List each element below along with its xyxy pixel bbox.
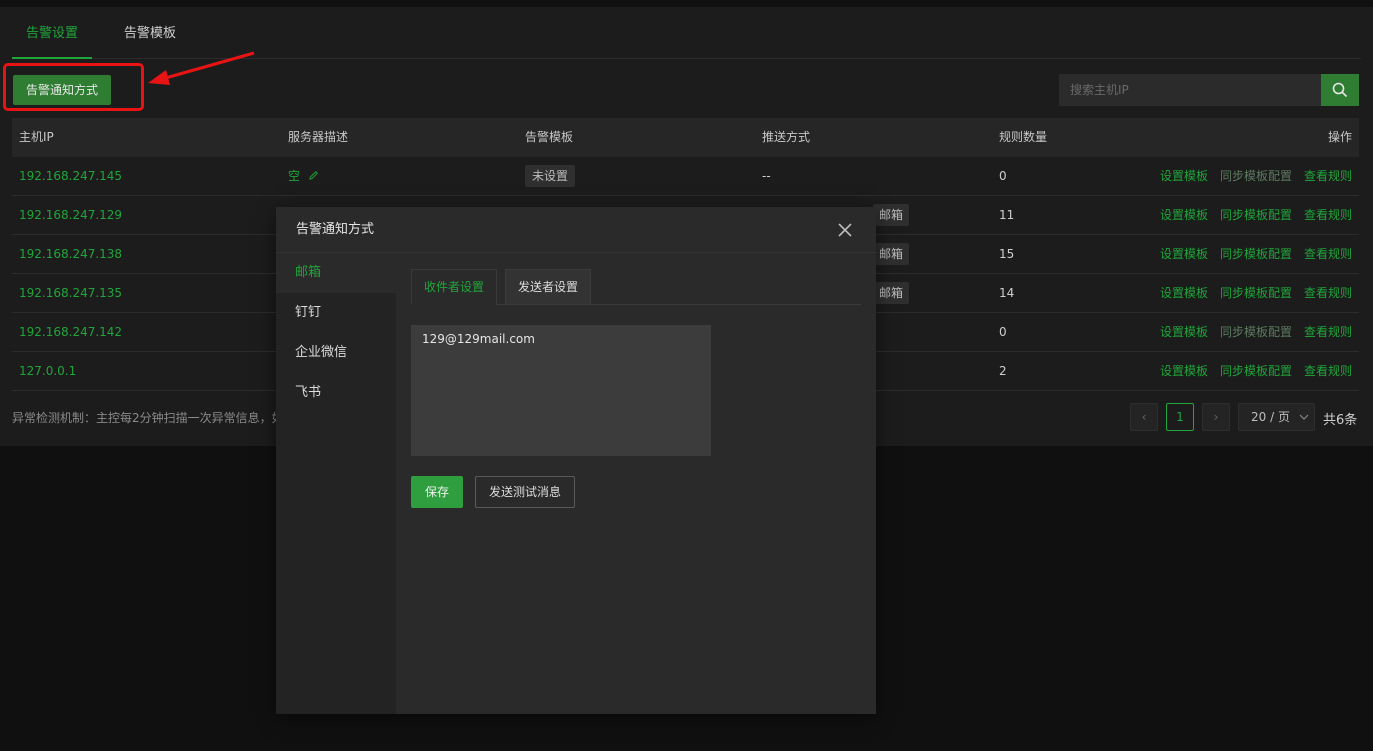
channel-feishu[interactable]: 飞书 bbox=[276, 373, 396, 413]
total-count: 共6条 bbox=[1323, 413, 1358, 428]
tab-recipient-settings[interactable]: 收件者设置 bbox=[411, 269, 497, 305]
server-desc[interactable]: 空 bbox=[288, 157, 319, 195]
search-input[interactable] bbox=[1059, 74, 1321, 106]
set-template-link[interactable]: 设置模板 bbox=[1160, 364, 1208, 378]
set-template-link[interactable]: 设置模板 bbox=[1160, 325, 1208, 339]
edit-pencil-icon[interactable] bbox=[308, 170, 319, 181]
row-actions: 设置模板 同步模板配置 查看规则 bbox=[1148, 196, 1352, 234]
view-rules-link[interactable]: 查看规则 bbox=[1304, 208, 1352, 222]
detection-mechanism-note: 异常检测机制：主控每2分钟扫描一次异常信息，如 bbox=[12, 411, 284, 425]
header-actions: 操作 bbox=[1327, 130, 1352, 144]
prev-page-button[interactable]: ‹ bbox=[1130, 403, 1158, 431]
row-actions: 设置模板 同步模板配置 查看规则 bbox=[1148, 313, 1352, 351]
row-actions: 设置模板 同步模板配置 查看规则 bbox=[1148, 352, 1352, 390]
push-mail-tag: 邮箱 bbox=[873, 243, 910, 265]
push-method: -- bbox=[762, 169, 771, 183]
set-template-link[interactable]: 设置模板 bbox=[1160, 286, 1208, 300]
rule-count: 14 bbox=[999, 286, 1015, 300]
rule-count: 11 bbox=[999, 208, 1015, 222]
current-page[interactable]: 1 bbox=[1166, 403, 1194, 431]
annotation-highlight-box bbox=[3, 63, 144, 111]
tab-alert-settings[interactable]: 告警设置 bbox=[12, 7, 92, 59]
row-actions: 设置模板 同步模板配置 查看规则 bbox=[1148, 235, 1352, 273]
view-rules-link[interactable]: 查看规则 bbox=[1304, 325, 1352, 339]
row-actions: 设置模板 同步模板配置 查看规则 bbox=[1148, 157, 1352, 195]
channel-email[interactable]: 邮箱 bbox=[276, 253, 396, 293]
sync-template-link[interactable]: 同步模板配置 bbox=[1220, 286, 1292, 300]
tab-sender-settings[interactable]: 发送者设置 bbox=[505, 269, 591, 305]
host-ip[interactable]: 127.0.0.1 bbox=[19, 352, 76, 390]
view-rules-link[interactable]: 查看规则 bbox=[1304, 169, 1352, 183]
page-size-select[interactable]: 20 / 页 bbox=[1238, 403, 1315, 431]
table-row: 192.168.247.145 空 未设置 -- 0 设置模板 同步模板配置 查看规… bbox=[12, 157, 1359, 196]
set-template-link[interactable]: 设置模板 bbox=[1160, 247, 1208, 261]
server-desc-text: 空 bbox=[288, 169, 301, 183]
rule-count: 2 bbox=[999, 364, 1007, 378]
annotation-arrow-icon bbox=[148, 51, 255, 85]
row-actions: 设置模板 同步模板配置 查看规则 bbox=[1148, 274, 1352, 312]
recipients-textarea[interactable]: 129@129mail.com bbox=[411, 325, 711, 456]
table-header: 主机IP 服务器描述 告警模板 推送方式 规则数量 操作 bbox=[12, 118, 1359, 157]
header-alert-template: 告警模板 bbox=[525, 130, 574, 144]
view-rules-link[interactable]: 查看规则 bbox=[1304, 364, 1352, 378]
sync-template-link[interactable]: 同步模板配置 bbox=[1220, 247, 1292, 261]
set-template-link[interactable]: 设置模板 bbox=[1160, 169, 1208, 183]
search-button[interactable] bbox=[1321, 74, 1359, 106]
search-icon bbox=[1332, 82, 1348, 98]
host-ip[interactable]: 192.168.247.145 bbox=[19, 157, 122, 195]
template-tag: 未设置 bbox=[525, 165, 576, 187]
sync-template-link[interactable]: 同步模板配置 bbox=[1220, 208, 1292, 222]
host-ip[interactable]: 192.168.247.142 bbox=[19, 313, 122, 351]
host-ip[interactable]: 192.168.247.129 bbox=[19, 196, 122, 234]
set-template-link[interactable]: 设置模板 bbox=[1160, 208, 1208, 222]
rule-count: 15 bbox=[999, 247, 1015, 261]
header-host-ip: 主机IP bbox=[19, 130, 54, 144]
push-mail-tag: 邮箱 bbox=[873, 204, 910, 226]
modal-title: 告警通知方式 bbox=[296, 222, 375, 237]
view-rules-link[interactable]: 查看规则 bbox=[1304, 247, 1352, 261]
modal-header: 告警通知方式 bbox=[276, 207, 876, 253]
page-size-value: 20 / 页 bbox=[1251, 410, 1290, 424]
next-page-button[interactable]: › bbox=[1202, 403, 1230, 431]
chevron-down-icon bbox=[1299, 414, 1309, 420]
rule-count: 0 bbox=[999, 325, 1007, 339]
channel-sidebar: 邮箱 钉钉 企业微信 飞书 bbox=[276, 253, 396, 714]
channel-wecom[interactable]: 企业微信 bbox=[276, 333, 396, 373]
sync-template-link[interactable]: 同步模板配置 bbox=[1220, 169, 1292, 183]
push-mail-tag: 邮箱 bbox=[873, 282, 910, 304]
sync-template-link[interactable]: 同步模板配置 bbox=[1220, 364, 1292, 378]
channel-dingtalk[interactable]: 钉钉 bbox=[276, 293, 396, 333]
send-test-message-button[interactable]: 发送测试消息 bbox=[475, 476, 575, 508]
host-ip[interactable]: 192.168.247.138 bbox=[19, 235, 122, 273]
header-push-method: 推送方式 bbox=[762, 130, 811, 144]
rule-count: 0 bbox=[999, 169, 1007, 183]
header-server-desc: 服务器描述 bbox=[288, 130, 349, 144]
header-rule-count: 规则数量 bbox=[999, 130, 1048, 144]
view-rules-link[interactable]: 查看规则 bbox=[1304, 286, 1352, 300]
close-icon[interactable] bbox=[836, 221, 854, 239]
host-ip[interactable]: 192.168.247.135 bbox=[19, 274, 122, 312]
save-button[interactable]: 保存 bbox=[411, 476, 463, 508]
settings-subtabs: 收件者设置 发送者设置 bbox=[411, 269, 861, 305]
notify-method-modal: 告警通知方式 邮箱 钉钉 企业微信 飞书 收件者设置 发送者设置 129@129… bbox=[276, 207, 876, 714]
sync-template-link[interactable]: 同步模板配置 bbox=[1220, 325, 1292, 339]
